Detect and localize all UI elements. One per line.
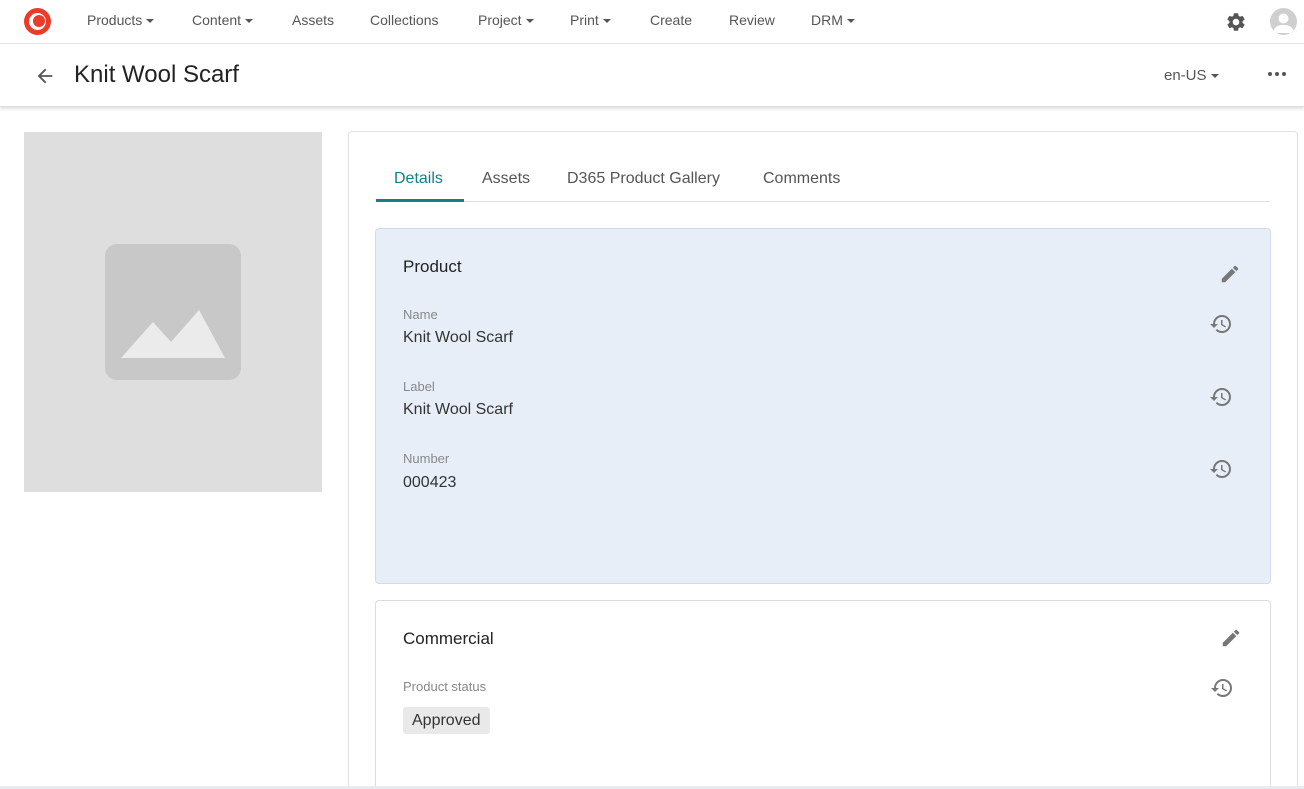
brand-logo[interactable]: [24, 8, 51, 35]
page-header: Knit Wool Scarf en-US: [0, 45, 1304, 107]
product-section: Product Name Knit Wool Scarf Label Knit …: [375, 228, 1271, 584]
field-value-label: Knit Wool Scarf: [403, 401, 513, 418]
gear-icon[interactable]: [1225, 11, 1247, 33]
field-label-name: Name: [403, 307, 438, 322]
tab-assets[interactable]: Assets: [482, 170, 530, 188]
nav-collections-label: Collections: [370, 12, 439, 28]
nav-content[interactable]: Content: [192, 12, 254, 28]
nav-create-label: Create: [650, 12, 693, 28]
field-value-name: Knit Wool Scarf: [403, 329, 513, 346]
nav-products[interactable]: Products: [87, 12, 155, 28]
section-title: Commercial: [403, 629, 494, 648]
more-horizontal-icon[interactable]: [1266, 69, 1288, 79]
field-value-number: 000423: [403, 474, 457, 491]
status-badge: Approved: [403, 707, 490, 734]
field-label-product-status: Product status: [403, 679, 487, 694]
history-icon[interactable]: [1209, 385, 1233, 409]
field-label-number: Number: [403, 451, 450, 466]
chevron-down-icon: [1210, 74, 1219, 79]
tab-d365-product-gallery[interactable]: D365 Product Gallery: [567, 170, 720, 188]
chevron-down-icon: [525, 19, 534, 24]
nav-create[interactable]: Create: [650, 12, 692, 28]
avatar-icon: [1273, 13, 1294, 33]
commercial-section: Commercial Product status Approved: [375, 600, 1271, 789]
back-arrow-icon[interactable]: [34, 65, 56, 87]
section-title: Product: [403, 257, 462, 276]
chevron-down-icon: [245, 19, 254, 24]
nav-drm-label: DRM: [811, 12, 843, 28]
top-nav: Products Content Assets Collections Proj…: [0, 0, 1304, 44]
nav-project-label: Project: [478, 12, 522, 28]
nav-review-label: Review: [729, 12, 775, 28]
nav-review[interactable]: Review: [729, 12, 775, 28]
nav-products-label: Products: [87, 12, 143, 28]
nav-print[interactable]: Print: [570, 12, 611, 28]
history-icon[interactable]: [1209, 457, 1233, 481]
tab-details[interactable]: Details: [394, 170, 443, 188]
pencil-icon[interactable]: [1220, 627, 1242, 649]
locale-label: en-US: [1164, 67, 1207, 84]
nav-drm[interactable]: DRM: [811, 12, 855, 28]
nav-project[interactable]: Project: [478, 12, 534, 28]
nav-collections[interactable]: Collections: [370, 12, 438, 28]
nav-content-label: Content: [192, 12, 242, 28]
chevron-down-icon: [846, 19, 855, 24]
avatar[interactable]: [1270, 8, 1297, 35]
tab-bar: Details Assets D365 Product Gallery Comm…: [376, 160, 1270, 202]
chevron-down-icon: [146, 19, 155, 24]
nav-assets[interactable]: Assets: [292, 12, 334, 28]
pencil-icon[interactable]: [1219, 263, 1241, 285]
nav-print-label: Print: [570, 12, 599, 28]
locale-selector[interactable]: en-US: [1164, 67, 1219, 84]
image-placeholder-icon: [105, 244, 241, 380]
field-label-label: Label: [403, 379, 435, 394]
chevron-down-icon: [602, 19, 611, 24]
history-icon[interactable]: [1209, 312, 1233, 336]
page-title: Knit Wool Scarf: [74, 61, 239, 88]
nav-assets-label: Assets: [292, 12, 335, 28]
history-icon[interactable]: [1210, 676, 1234, 700]
active-tab-indicator: [376, 199, 464, 202]
tab-comments[interactable]: Comments: [763, 170, 840, 188]
